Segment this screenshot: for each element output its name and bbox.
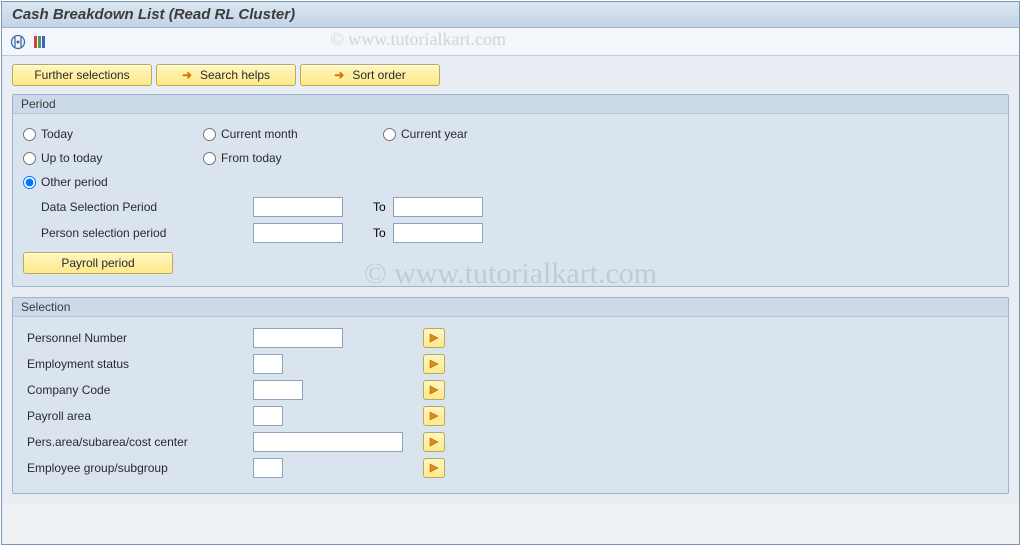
content-area: Further selections ➜ Search helps ➜ Sort…: [2, 56, 1019, 504]
selection-body: Personnel Number Employment status Company…: [13, 317, 1008, 493]
radio-other-period-label: Other period: [41, 175, 108, 189]
app-frame: Cash Breakdown List (Read RL Cluster) Fu…: [1, 1, 1020, 545]
radio-today-input[interactable]: [23, 128, 36, 141]
data-selection-row: Data Selection Period To: [23, 194, 998, 220]
radio-up-to-today-input[interactable]: [23, 152, 36, 165]
selection-group: Selection Personnel Number Employment sta…: [12, 297, 1009, 494]
radio-from-today-label: From today: [221, 151, 282, 165]
radio-other-period[interactable]: Other period: [23, 175, 193, 189]
radio-current-month[interactable]: Current month: [203, 127, 373, 141]
period-body: Today Current month Current year Up to t: [13, 114, 1008, 286]
to-label-2: To: [343, 226, 393, 240]
top-button-row: Further selections ➜ Search helps ➜ Sort…: [12, 64, 1009, 86]
multiple-selection-button[interactable]: [423, 380, 445, 400]
execute-icon[interactable]: [10, 34, 26, 50]
multiple-selection-button[interactable]: [423, 354, 445, 374]
person-selection-to-input[interactable]: [393, 223, 483, 243]
radio-up-to-today-label: Up to today: [41, 151, 102, 165]
sort-order-label: Sort order: [352, 68, 405, 82]
radio-current-year-input[interactable]: [383, 128, 396, 141]
selection-legend: Selection: [13, 298, 1008, 317]
page-title: Cash Breakdown List (Read RL Cluster): [12, 6, 295, 23]
further-selections-label: Further selections: [34, 68, 129, 82]
radio-today[interactable]: Today: [23, 127, 193, 141]
radio-current-month-label: Current month: [221, 127, 298, 141]
data-selection-from-input[interactable]: [253, 197, 343, 217]
person-selection-row: Person selection period To: [23, 220, 998, 246]
selection-row-label: Pers.area/subarea/cost center: [23, 435, 253, 449]
variant-icon[interactable]: [32, 34, 48, 50]
selection-row-label: Personnel Number: [23, 331, 253, 345]
selection-row-input[interactable]: [253, 354, 283, 374]
payroll-period-label: Payroll period: [61, 256, 134, 270]
radio-up-to-today[interactable]: Up to today: [23, 151, 193, 165]
search-helps-label: Search helps: [200, 68, 270, 82]
selection-row-input[interactable]: [253, 380, 303, 400]
period-group: Period Today Current month Current year: [12, 94, 1009, 287]
selection-row-input[interactable]: [253, 458, 283, 478]
arrow-right-icon: ➜: [182, 68, 192, 82]
selection-row: Payroll area: [23, 403, 998, 429]
selection-row-label: Employment status: [23, 357, 253, 371]
selection-row: Company Code: [23, 377, 998, 403]
radio-other-period-input[interactable]: [23, 176, 36, 189]
multiple-selection-button[interactable]: [423, 406, 445, 426]
title-bar: Cash Breakdown List (Read RL Cluster): [2, 2, 1019, 28]
period-radio-row-1: Today Current month Current year: [23, 122, 998, 146]
person-selection-from-input[interactable]: [253, 223, 343, 243]
period-radio-row-3: Other period: [23, 170, 998, 194]
selection-row: Employment status: [23, 351, 998, 377]
selection-row-label: Company Code: [23, 383, 253, 397]
multiple-selection-button[interactable]: [423, 328, 445, 348]
multiple-selection-button[interactable]: [423, 458, 445, 478]
radio-from-today[interactable]: From today: [203, 151, 373, 165]
app-toolbar: [2, 28, 1019, 56]
radio-current-year-label: Current year: [401, 127, 468, 141]
selection-row-label: Payroll area: [23, 409, 253, 423]
further-selections-button[interactable]: Further selections: [12, 64, 152, 86]
sort-order-button[interactable]: ➜ Sort order: [300, 64, 440, 86]
selection-row: Pers.area/subarea/cost center: [23, 429, 998, 455]
radio-today-label: Today: [41, 127, 73, 141]
radio-current-year[interactable]: Current year: [383, 127, 553, 141]
selection-row-input[interactable]: [253, 406, 283, 426]
radio-current-month-input[interactable]: [203, 128, 216, 141]
selection-row-input[interactable]: [253, 328, 343, 348]
selection-row: Employee group/subgroup: [23, 455, 998, 481]
data-selection-to-input[interactable]: [393, 197, 483, 217]
arrow-right-icon: ➜: [334, 68, 344, 82]
selection-row: Personnel Number: [23, 325, 998, 351]
period-legend: Period: [13, 95, 1008, 114]
multiple-selection-button[interactable]: [423, 432, 445, 452]
payroll-period-button[interactable]: Payroll period: [23, 252, 173, 274]
data-selection-label: Data Selection Period: [23, 200, 253, 214]
person-selection-label: Person selection period: [23, 226, 253, 240]
search-helps-button[interactable]: ➜ Search helps: [156, 64, 296, 86]
period-radio-row-2: Up to today From today: [23, 146, 998, 170]
to-label-1: To: [343, 200, 393, 214]
radio-from-today-input[interactable]: [203, 152, 216, 165]
selection-row-label: Employee group/subgroup: [23, 461, 253, 475]
selection-row-input[interactable]: [253, 432, 403, 452]
